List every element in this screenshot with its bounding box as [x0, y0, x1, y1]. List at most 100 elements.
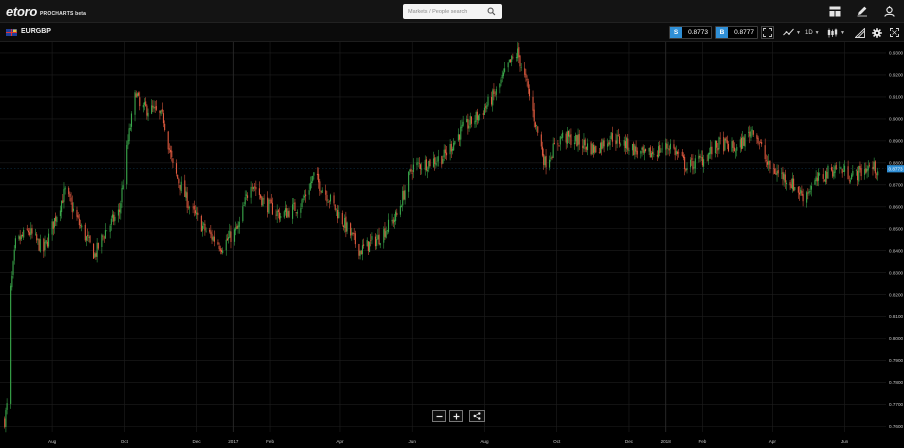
candle-body	[196, 212, 198, 215]
candle-body	[412, 164, 414, 173]
candle-body	[280, 216, 282, 218]
candle-body	[752, 130, 754, 135]
chart-type-dropdown[interactable]: ▼	[827, 26, 845, 39]
candle-body	[192, 206, 194, 208]
x-tick-label: 2018	[661, 439, 672, 444]
candle-body	[698, 155, 700, 159]
x-tick-label: Jun	[408, 439, 416, 444]
candle-body	[228, 237, 230, 240]
candle-body	[743, 137, 745, 146]
candle-body	[432, 158, 435, 167]
candle-body	[475, 112, 477, 122]
timeframe-dropdown[interactable]: 1D ▼	[805, 26, 820, 39]
candle-body	[320, 191, 322, 193]
candle-body	[690, 159, 692, 168]
candle-body	[153, 106, 155, 109]
candle-body	[352, 232, 354, 234]
candle-body	[767, 161, 769, 165]
candle-body	[418, 163, 420, 164]
candle-body	[5, 410, 7, 427]
candle-body	[758, 143, 760, 144]
candle-body	[482, 113, 484, 115]
candle-body	[707, 153, 709, 161]
candle-body	[342, 225, 345, 227]
candle-body	[437, 156, 439, 162]
candle-body	[12, 261, 14, 275]
price-chart[interactable]: 0.93000.92000.91000.90000.89000.88000.87…	[0, 42, 904, 448]
candle-body	[558, 144, 560, 146]
candle-body	[626, 137, 628, 149]
candle-body	[345, 216, 347, 233]
candle-body	[162, 113, 165, 124]
candle-body	[866, 168, 868, 172]
candle-body	[276, 210, 278, 216]
candle-body	[310, 181, 313, 184]
candle-body	[559, 136, 561, 145]
candle-body	[56, 216, 58, 223]
candle-body	[842, 170, 844, 172]
candle-body	[814, 180, 816, 185]
candle-body	[37, 238, 39, 240]
candle-body	[63, 189, 65, 202]
candle-body	[6, 403, 8, 410]
candle-body	[515, 57, 517, 59]
candle-body	[520, 66, 522, 68]
expand-icon[interactable]	[761, 26, 774, 39]
candle-body	[424, 160, 426, 170]
candle-body	[104, 230, 106, 239]
candle-body	[301, 199, 303, 208]
candle-body	[102, 235, 104, 237]
fullscreen-button[interactable]	[890, 26, 899, 39]
candle-body	[283, 211, 285, 218]
candle-body	[244, 197, 246, 205]
candle-body	[706, 160, 708, 162]
drawing-tools-button[interactable]	[855, 26, 865, 39]
candle-body	[777, 170, 779, 174]
candle-body	[467, 118, 469, 129]
chart-settings-button[interactable]	[872, 26, 882, 39]
candle-body	[64, 187, 66, 190]
buy-button[interactable]: B 0.8777	[715, 26, 758, 39]
search-input[interactable]	[408, 5, 488, 18]
candle-body	[469, 115, 471, 125]
candle-body	[582, 145, 584, 149]
candle-body	[502, 72, 504, 76]
candle-body	[170, 149, 172, 153]
instrument-bar: EURGBP S 0.8773 B 0.8777 ▼ 1D ▼ ▼	[0, 23, 904, 42]
candle-body	[155, 106, 157, 110]
candle-body	[536, 124, 538, 126]
candle-body	[130, 113, 133, 127]
instrument-symbol[interactable]: EURGBP	[21, 28, 51, 35]
candle-body	[674, 147, 676, 156]
account-icon[interactable]	[882, 4, 896, 18]
candle-body	[434, 157, 436, 164]
candle-body	[72, 208, 74, 211]
candle-body	[636, 150, 638, 155]
candle-body	[370, 240, 372, 241]
x-tick-label: 2017	[228, 439, 239, 444]
candle-body	[609, 139, 611, 146]
share-button[interactable]	[469, 410, 485, 422]
indicators-dropdown[interactable]: ▼	[783, 26, 801, 39]
candle-body	[29, 232, 31, 235]
zoom-in-button[interactable]	[449, 410, 463, 422]
candle-body	[159, 110, 161, 113]
candle-body	[338, 211, 340, 219]
zoom-out-button[interactable]	[432, 410, 446, 422]
pencil-icon[interactable]	[855, 4, 869, 18]
chevron-down-icon: ▼	[814, 29, 820, 36]
candle-body	[569, 134, 571, 138]
candle-body	[575, 134, 577, 142]
timeframe-label: 1D	[805, 29, 813, 36]
sell-button[interactable]: S 0.8773	[669, 26, 712, 39]
layout-icon[interactable]	[828, 4, 842, 18]
candle-body	[659, 145, 661, 153]
search-icon[interactable]	[487, 7, 496, 16]
candle-body	[366, 239, 368, 247]
etoro-logo[interactable]: etoro PROCHARTS beta	[6, 4, 86, 19]
candle-body	[528, 88, 531, 97]
candle-body	[644, 149, 647, 152]
candle-body	[724, 138, 726, 151]
candle-body	[462, 121, 464, 126]
candle-body	[97, 242, 99, 249]
